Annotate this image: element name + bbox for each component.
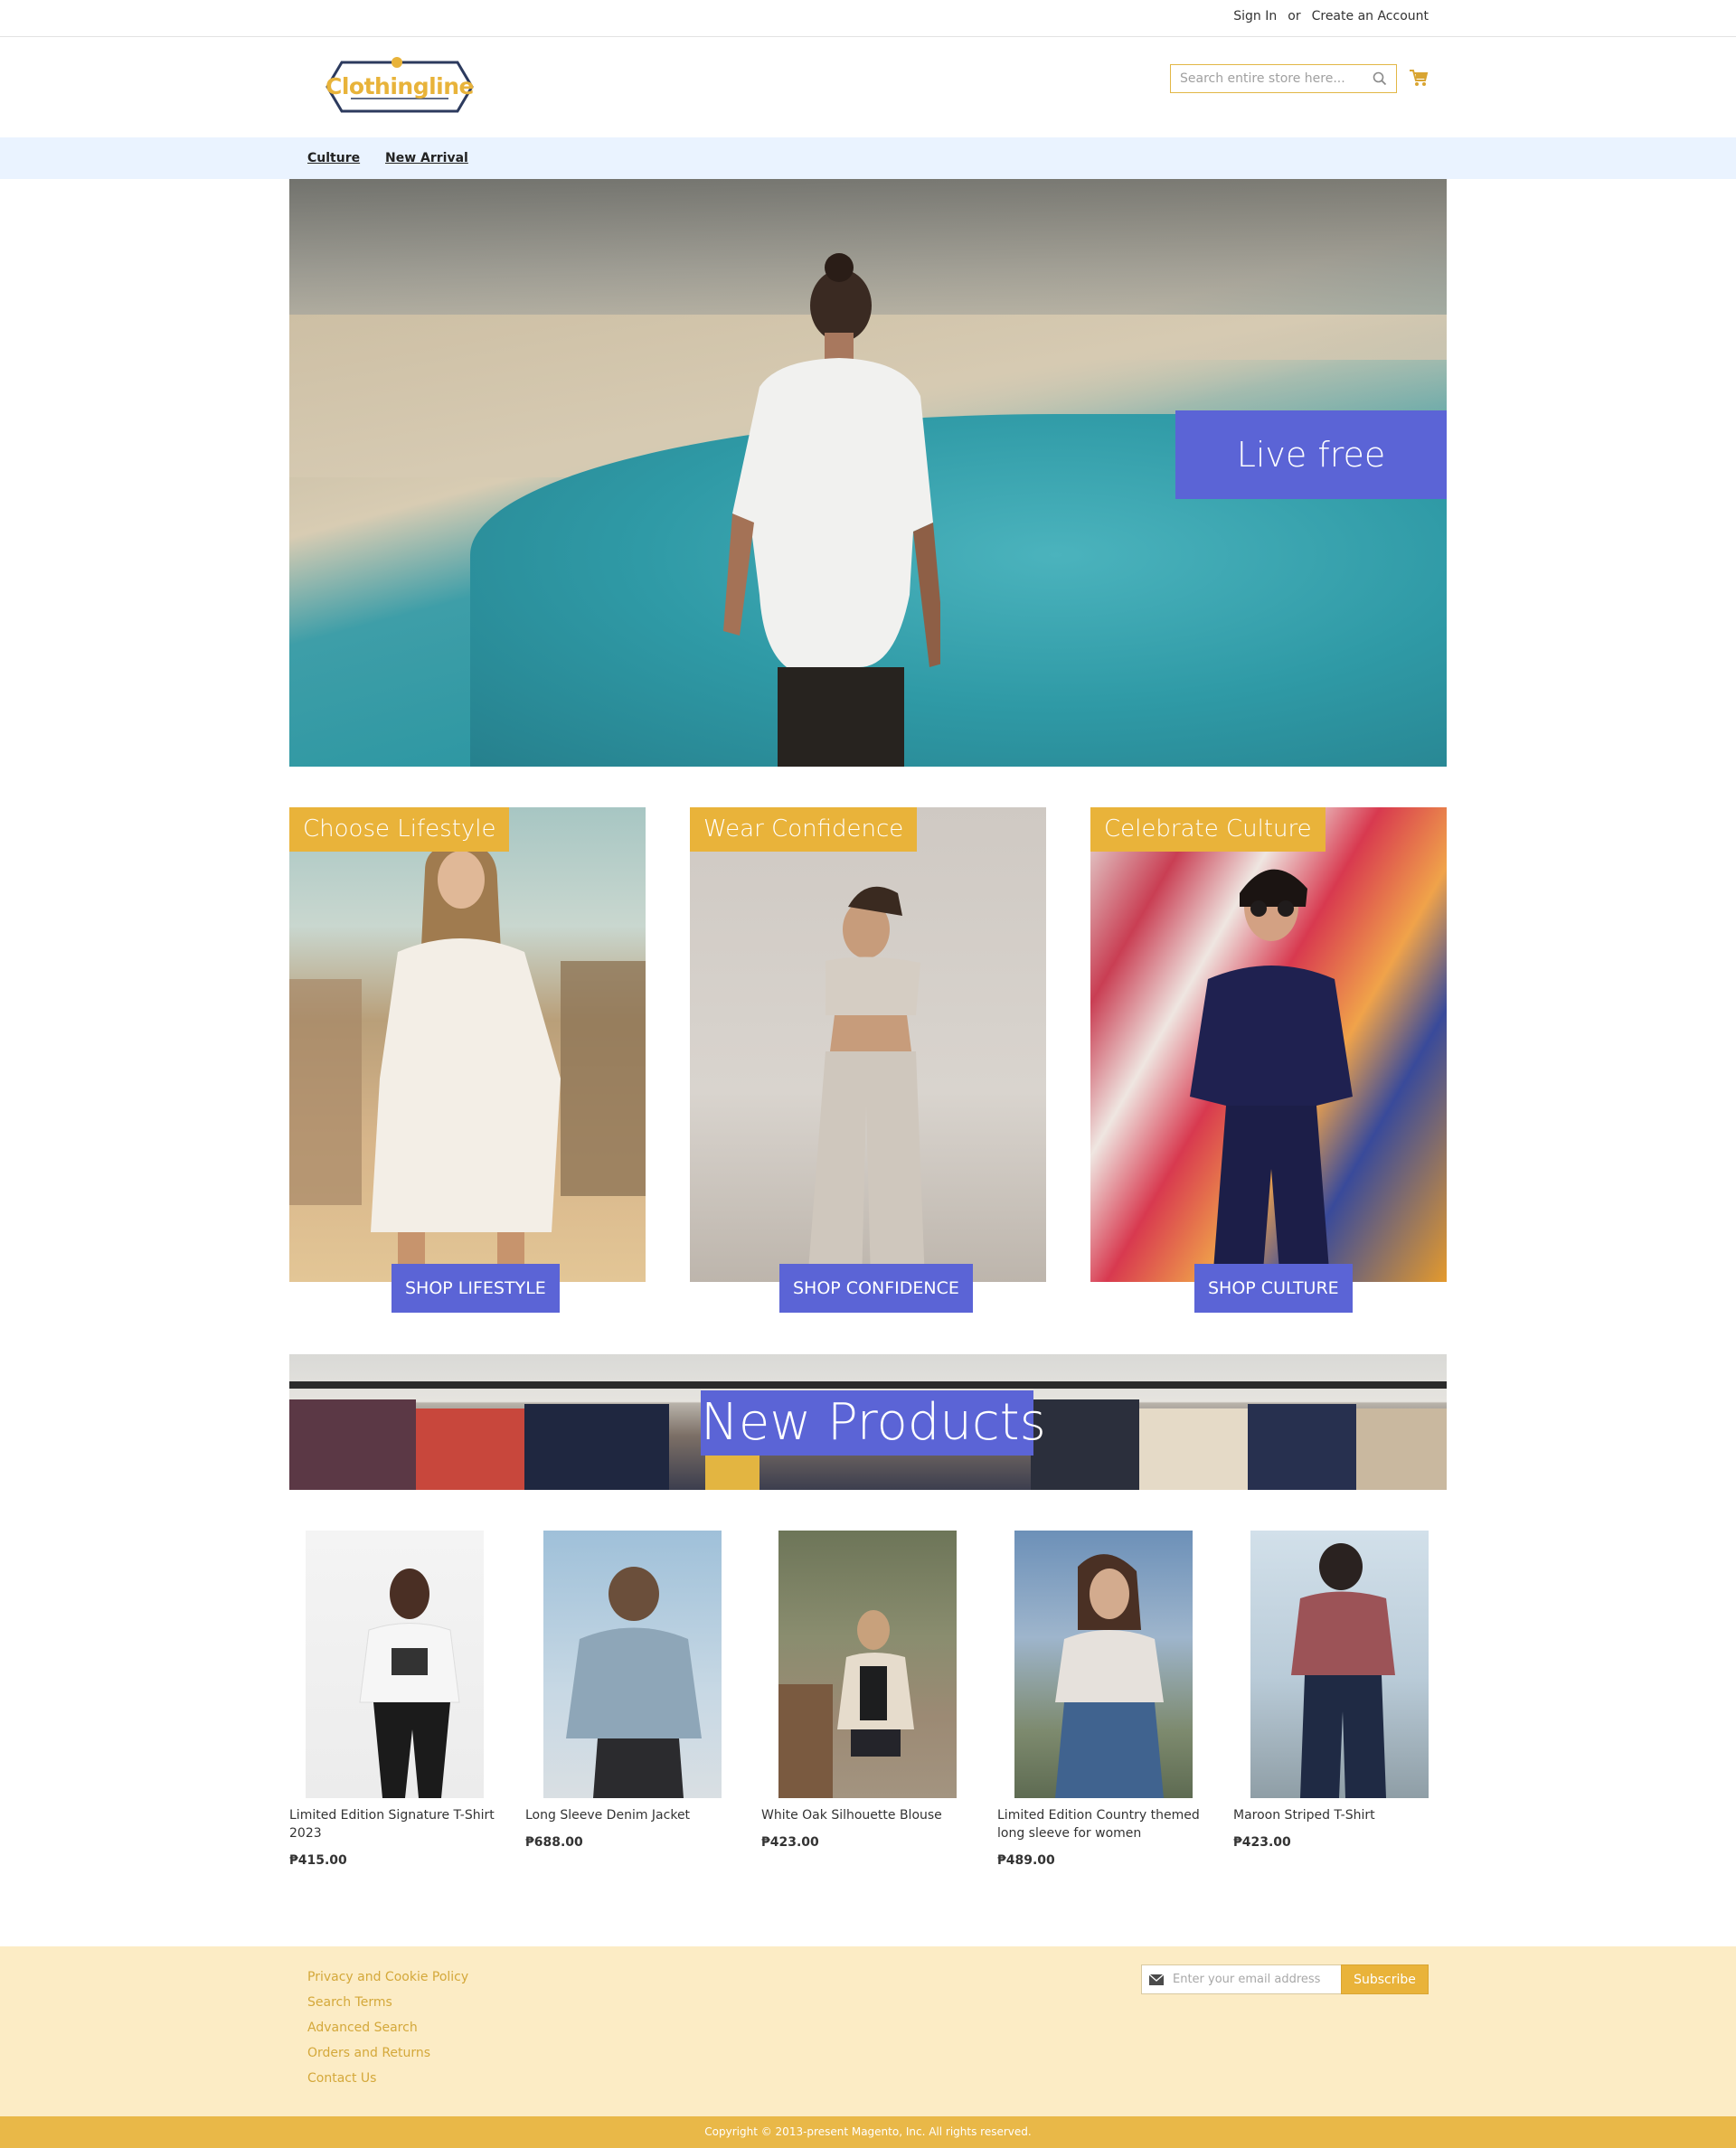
- product-price: ₱489.00: [997, 1853, 1055, 1868]
- product-name[interactable]: Long Sleeve Denim Jacket: [525, 1806, 733, 1824]
- sign-in-link[interactable]: Sign In: [1233, 9, 1277, 24]
- product-image[interactable]: [306, 1531, 484, 1798]
- feature-tile-confidence[interactable]: Wear Confidence SHOP CONFIDENCE: [690, 807, 1046, 1313]
- product-image[interactable]: [1250, 1531, 1429, 1798]
- product-photo-denim-jacket: [566, 1567, 702, 1798]
- product-photo-maroon-tshirt: [1291, 1543, 1395, 1798]
- shop-lifestyle-button[interactable]: SHOP LIFESTYLE: [392, 1264, 560, 1313]
- confidence-model-figure: [807, 886, 925, 1282]
- product-photo-country-long-sleeve: [1055, 1554, 1164, 1798]
- newsletter-field: [1141, 1964, 1342, 1994]
- product-image[interactable]: [778, 1531, 957, 1798]
- product-name[interactable]: White Oak Silhouette Blouse: [761, 1806, 969, 1824]
- cart-icon[interactable]: [1409, 68, 1429, 88]
- search-box: [1170, 64, 1397, 93]
- feature-tile-lifestyle[interactable]: Choose Lifestyle SHOP LIFESTYLE: [289, 807, 646, 1313]
- tile-tag-confidence: Wear Confidence: [690, 807, 918, 852]
- footer-link-privacy[interactable]: Privacy and Cookie Policy: [307, 1964, 468, 1990]
- footer-link-orders-returns[interactable]: Orders and Returns: [307, 2040, 468, 2066]
- confidence-image: [690, 807, 1046, 1282]
- copyright-bar: Copyright © 2013-present Magento, Inc. A…: [0, 2116, 1736, 2148]
- footer-links: Privacy and Cookie Policy Search Terms A…: [307, 1964, 468, 2091]
- culture-model-figure: [1190, 869, 1353, 1282]
- nav-item-culture[interactable]: Culture: [307, 151, 360, 165]
- tile-tag-lifestyle: Choose Lifestyle: [289, 807, 510, 852]
- product-name[interactable]: Maroon Striped T-Shirt: [1233, 1806, 1441, 1824]
- nav-item-new-arrival[interactable]: New Arrival: [385, 151, 468, 165]
- site-header: Clothingline: [0, 37, 1736, 137]
- product-photo-tshirt: [359, 1569, 460, 1798]
- product-photo-blouse: [778, 1610, 914, 1798]
- footer-link-contact[interactable]: Contact Us: [307, 2066, 468, 2091]
- new-products-title: New Products: [701, 1390, 1046, 1456]
- feature-tile-culture[interactable]: Celebrate Culture SHOP CULTURE: [1090, 807, 1447, 1313]
- logo[interactable]: Clothingline: [309, 57, 490, 117]
- product-name[interactable]: Limited Edition Country themed long slee…: [997, 1806, 1205, 1842]
- new-products-banner: New Products: [289, 1354, 1447, 1490]
- hero-badge[interactable]: Live free: [1175, 410, 1447, 499]
- culture-image: [1090, 807, 1447, 1282]
- site-footer: Privacy and Cookie Policy Search Terms A…: [0, 1946, 1736, 2116]
- footer-link-search-terms[interactable]: Search Terms: [307, 1990, 468, 2015]
- main-nav: Culture New Arrival: [0, 137, 1736, 179]
- shop-confidence-button[interactable]: SHOP CONFIDENCE: [779, 1264, 973, 1313]
- search-icon[interactable]: [1373, 71, 1387, 86]
- product-image[interactable]: [543, 1531, 722, 1798]
- lifestyle-image: [289, 807, 646, 1282]
- lifestyle-model-figure: [289, 843, 646, 1282]
- top-utility-bar: Sign In or Create an Account: [0, 0, 1736, 37]
- mail-icon: [1149, 1974, 1164, 1985]
- product-price: ₱688.00: [525, 1835, 583, 1850]
- product-price: ₱423.00: [761, 1835, 819, 1850]
- or-separator: or: [1288, 9, 1301, 24]
- create-account-link[interactable]: Create an Account: [1312, 9, 1429, 24]
- account-links: Sign In or Create an Account: [1233, 9, 1429, 24]
- subscribe-button[interactable]: Subscribe: [1341, 1964, 1429, 1994]
- product-name[interactable]: Limited Edition Signature T-Shirt 2023: [289, 1806, 497, 1842]
- newsletter-form: Subscribe: [1141, 1964, 1429, 1994]
- copyright-text: Copyright © 2013-present Magento, Inc. A…: [704, 2125, 1032, 2138]
- search-input[interactable]: [1171, 65, 1361, 92]
- product-image[interactable]: [1014, 1531, 1193, 1798]
- product-price: ₱423.00: [1233, 1835, 1291, 1850]
- hero-person-image: [723, 253, 940, 767]
- newsletter-email-input[interactable]: [1173, 1965, 1339, 1993]
- shop-culture-button[interactable]: SHOP CULTURE: [1194, 1264, 1353, 1313]
- tile-tag-culture: Celebrate Culture: [1090, 807, 1326, 852]
- hero-banner[interactable]: Live free: [289, 179, 1447, 767]
- product-price: ₱415.00: [289, 1853, 347, 1868]
- footer-link-advanced-search[interactable]: Advanced Search: [307, 2015, 468, 2040]
- logo-text: Clothingline: [326, 73, 475, 99]
